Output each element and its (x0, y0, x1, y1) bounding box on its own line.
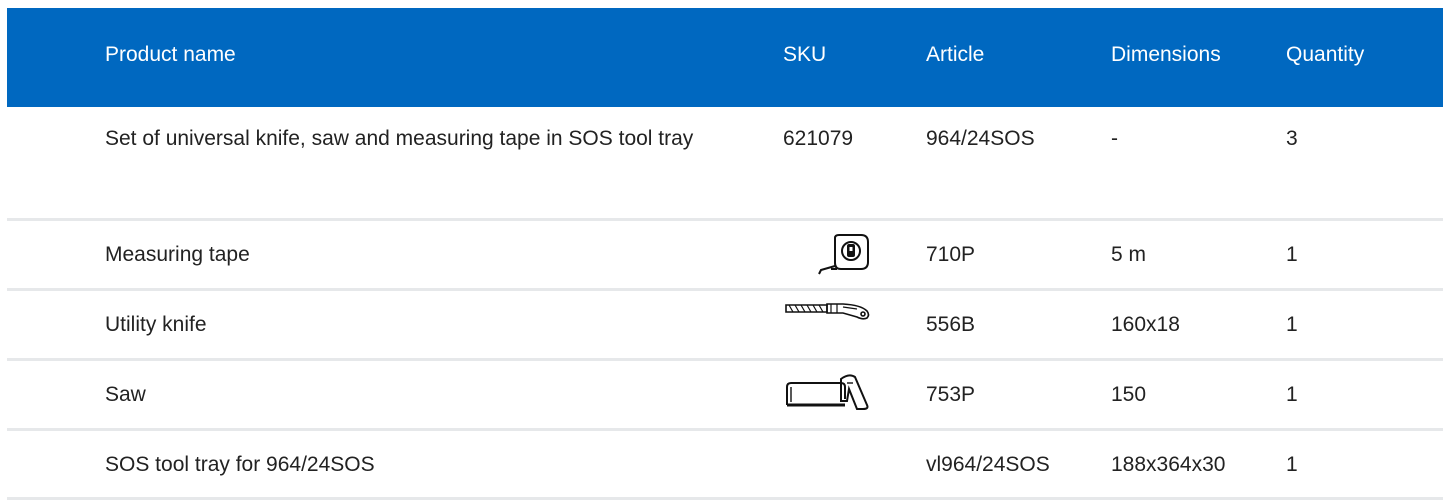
product-name: Measuring tape (105, 243, 250, 266)
article: 964/24SOS (926, 127, 1035, 150)
measuring-tape-icon (815, 232, 871, 276)
article: 556B (926, 313, 976, 336)
table-row: Measuring tape 710P 5 m 1 (7, 221, 1443, 291)
dimensions: 160x18 (1111, 313, 1180, 336)
column-header-article[interactable]: Article (926, 33, 984, 77)
product-name: SOS tool tray for 964/24SOS (105, 453, 375, 476)
product-name: Saw (105, 383, 146, 406)
quantity: 1 (1286, 383, 1298, 406)
table-row: SOS tool tray for 964/24SOS vl964/24SOS … (7, 431, 1443, 500)
table-header: Product name SKU Article Dimensions Quan… (7, 8, 1443, 107)
sku: 621079 (783, 127, 854, 150)
quantity: 3 (1286, 127, 1298, 150)
table-row: Set of universal knife, saw and measurin… (7, 107, 1443, 221)
table-row: Saw 753P 150 1 (7, 361, 1443, 431)
column-header-product-name[interactable]: Product name (105, 33, 236, 77)
column-header-sku[interactable]: SKU (783, 33, 826, 77)
dimensions: 5 m (1111, 243, 1147, 266)
table-row: Utility knife 556B 160x18 1 (7, 291, 1443, 361)
hacksaw-icon (783, 371, 873, 411)
utility-knife-icon (783, 299, 873, 327)
quantity: 1 (1286, 313, 1298, 336)
column-header-quantity[interactable]: Quantity (1286, 33, 1364, 77)
product-name: Set of universal knife, saw and measurin… (105, 127, 694, 150)
article: 710P (926, 243, 976, 266)
dimensions: 150 (1111, 383, 1147, 406)
product-table: Product name SKU Article Dimensions Quan… (7, 8, 1443, 500)
product-name: Utility knife (105, 313, 207, 336)
quantity: 1 (1286, 243, 1298, 266)
dimensions: - (1111, 127, 1118, 150)
article: vl964/24SOS (926, 453, 1050, 476)
dimensions: 188x364x30 (1111, 453, 1226, 476)
quantity: 1 (1286, 453, 1298, 476)
article: 753P (926, 383, 976, 406)
column-header-dimensions[interactable]: Dimensions (1111, 33, 1221, 77)
